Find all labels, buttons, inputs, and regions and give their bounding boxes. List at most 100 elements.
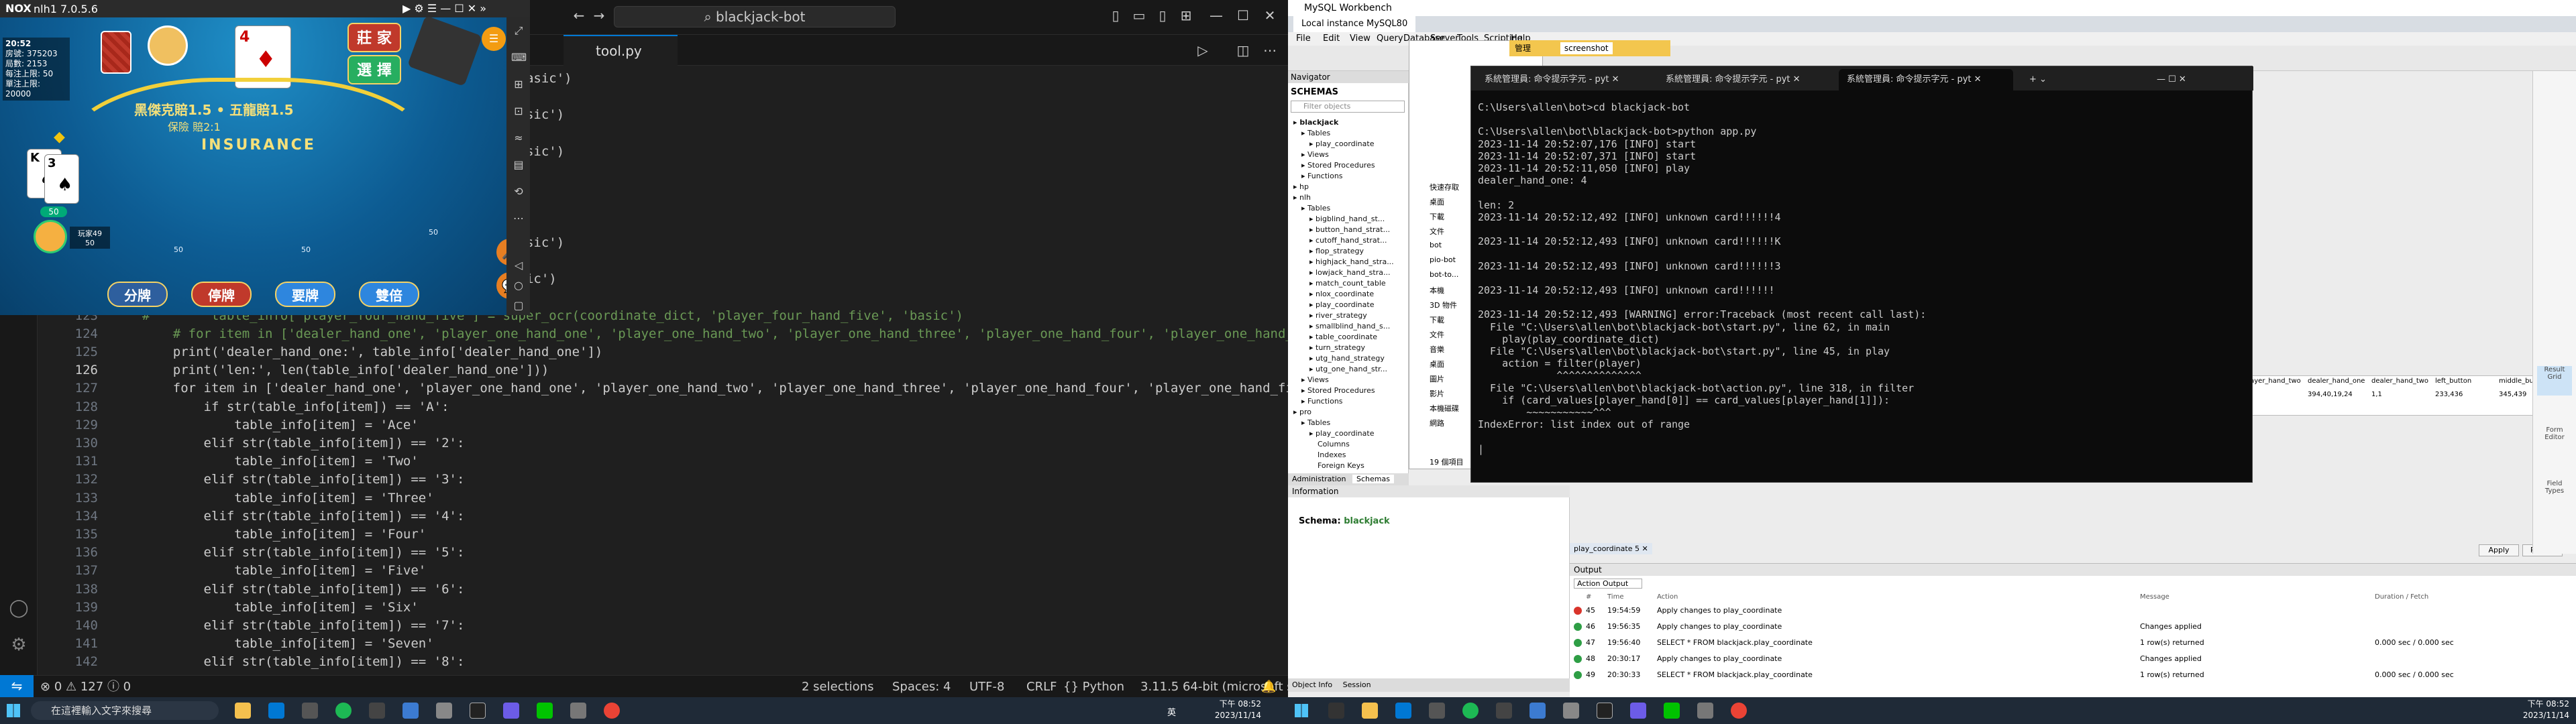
line-icon[interactable] — [537, 703, 553, 719]
back-arrow-icon[interactable]: ← — [570, 7, 588, 24]
language-status[interactable]: {} Python — [1063, 676, 1124, 698]
schema-tree-item[interactable]: ▸ Tables — [1301, 129, 1330, 137]
grid-header[interactable]: dealer_hand_one — [2308, 377, 2365, 385]
schema-tree-item[interactable]: ▸ cutoff_hand_strat... — [1309, 236, 1387, 245]
encoding-status[interactable]: UTF-8 — [969, 676, 1004, 698]
bet-spot-2[interactable]: 50 — [292, 245, 319, 255]
code-line[interactable]: 126 print('len:', len(table_info['dealer… — [38, 361, 1288, 379]
recent-apps-icon[interactable]: ▢ — [511, 299, 526, 314]
stand-button[interactable]: 停牌 — [191, 282, 252, 307]
layout-secondary-icon[interactable]: ▯ — [1154, 7, 1171, 24]
schema-tree-item[interactable]: ▸ hp — [1293, 182, 1309, 191]
settings-gear-icon[interactable]: ⚙ — [8, 635, 30, 656]
schema-tree-item[interactable]: ▸ turn_strategy — [1309, 343, 1365, 352]
explorer-item[interactable]: 快速存取 — [1430, 182, 1459, 192]
more-icon[interactable]: ⋯ — [511, 212, 526, 227]
problems-indicator[interactable]: ⊗ 0 ⚠ 127 ⓘ 0 — [40, 676, 131, 698]
result-grid-button[interactable]: Result Grid — [2537, 366, 2572, 396]
vscode-icon[interactable] — [268, 703, 284, 719]
menu-item-query[interactable]: Query — [1377, 32, 1403, 46]
object-info-tab[interactable]: Object Info — [1288, 680, 1336, 689]
folder-icon[interactable]: ▤ — [511, 158, 526, 173]
selections-status[interactable]: 2 selections — [802, 676, 873, 698]
code-line[interactable]: 127 for item in ['dealer_hand_one', 'pla… — [38, 379, 1288, 398]
schema-tree-item[interactable]: ▸ nlox_coordinate — [1309, 290, 1374, 298]
start-windows-icon[interactable] — [1295, 704, 1308, 717]
postman-icon[interactable] — [302, 703, 318, 719]
code-line[interactable]: 128 if str(table_info[item]) == 'A': — [38, 398, 1288, 416]
more-actions-icon[interactable]: ⋯ — [1261, 42, 1279, 59]
terminal-tab-3[interactable]: 系統管理員: 命令提示字元 - pyt ✕ — [1839, 69, 2013, 90]
teams-icon[interactable] — [503, 703, 519, 719]
taskbar-clock[interactable]: 下午 08:52 2023/11/14 — [1201, 699, 1261, 721]
schema-tree-item[interactable]: ▸ button_hand_strat... — [1309, 225, 1390, 234]
spotify-icon[interactable] — [335, 703, 352, 719]
explorer-item[interactable]: 網路 — [1430, 418, 1444, 428]
grid-cell[interactable]: 394,40,19,24 — [2308, 391, 2353, 398]
forward-arrow-icon[interactable]: → — [590, 7, 608, 24]
action-output-select[interactable]: Action Output — [1574, 579, 1643, 589]
schema-tree-item[interactable]: ▸ table_coordinate — [1309, 333, 1377, 341]
schema-tree-item[interactable]: ▸ Tables — [1301, 204, 1330, 213]
keyboard-icon[interactable]: ⌨ — [511, 51, 527, 66]
explorer-item[interactable]: 桌面 — [1430, 196, 1444, 207]
new-tab-icon[interactable]: + ⌄ — [2021, 69, 2061, 90]
double-button[interactable]: 雙倍 — [359, 282, 419, 307]
explorer-manage-tab[interactable]: 管理 — [1515, 44, 1531, 53]
window-controls[interactable]: — ☐ ✕ — [2149, 69, 2249, 90]
grid-cell[interactable]: 345,439 — [2499, 391, 2526, 398]
output-row[interactable]: 47 19:56:40 SELECT * FROM blackjack.play_c… — [1570, 635, 2576, 651]
result-tab[interactable]: play_coordinate 5 ✕ — [1570, 543, 1652, 554]
app2-icon[interactable] — [1697, 703, 1713, 719]
explorer-item[interactable]: bot — [1430, 241, 1442, 249]
postman-icon[interactable] — [1429, 703, 1445, 719]
output-row[interactable]: 49 20:30:33 SELECT * FROM blackjack.play_c… — [1570, 667, 2576, 683]
explorer-item[interactable]: 音樂 — [1430, 344, 1444, 355]
code-line[interactable]: 135 table_info[item] = 'Four' — [38, 526, 1288, 544]
explorer-item[interactable]: 下載 — [1430, 211, 1444, 222]
code-line[interactable]: 131 table_info[item] = 'Two' — [38, 452, 1288, 471]
teams-icon[interactable] — [1630, 703, 1646, 719]
grid-header[interactable]: dealer_hand_two — [2371, 377, 2428, 385]
administration-tab[interactable]: Administration — [1288, 475, 1350, 483]
session-tab[interactable]: Session — [1339, 680, 1375, 689]
schemas-tab[interactable]: Schemas — [1352, 475, 1394, 483]
mysql-icon[interactable] — [1529, 703, 1546, 719]
command-center-search[interactable]: ⌕ blackjack-bot — [614, 6, 896, 27]
chrome-icon[interactable] — [604, 703, 620, 719]
layout-sidebar-icon[interactable]: ▯ — [1107, 7, 1124, 24]
explorer-item[interactable]: 下載 — [1430, 314, 1444, 325]
split-editor-icon[interactable]: ◫ — [1234, 42, 1252, 59]
filter-objects-input[interactable]: Filter objects — [1291, 101, 1405, 113]
code-line[interactable]: 138 elif str(table_info[item]) == '6': — [38, 581, 1288, 599]
explorer-item[interactable]: 影片 — [1430, 388, 1444, 399]
menu-item-view[interactable]: View — [1350, 32, 1371, 46]
code-line[interactable]: 124 # for item in ['dealer_hand_one', 'p… — [38, 325, 1288, 343]
code-line[interactable]: 142 elif str(table_info[item]) == '8': — [38, 653, 1288, 671]
output-column-header[interactable]: # — [1586, 593, 1591, 601]
terminal2-icon[interactable] — [470, 703, 486, 719]
explorer-item[interactable]: 本機 — [1430, 285, 1444, 296]
output-column-header[interactable]: Time — [1607, 593, 1623, 601]
schema-tree-item[interactable]: ▸ nlh — [1293, 193, 1311, 202]
schema-tree-item[interactable]: ▸ Functions — [1301, 397, 1343, 406]
hit-button[interactable]: 要牌 — [275, 282, 335, 307]
nox-menu-icons[interactable]: ▶ ⚙ ☰ — ☐ ✕ » — [402, 2, 486, 15]
rotate-icon[interactable]: ⟲ — [511, 185, 526, 200]
terminal-icon[interactable] — [1496, 703, 1512, 719]
schema-tree-item[interactable]: ▸ utg_one_hand_str... — [1309, 365, 1387, 373]
schema-tree-item[interactable]: ▸ Stored Procedures — [1301, 386, 1375, 395]
chrome-icon[interactable] — [1731, 703, 1747, 719]
explorer-item[interactable]: 文件 — [1430, 226, 1444, 237]
code-line[interactable]: 141 table_info[item] = 'Seven' — [38, 635, 1288, 653]
output-row[interactable]: 45 19:54:59 Apply changes to play_coordina… — [1570, 603, 2576, 619]
app2-icon[interactable] — [570, 703, 586, 719]
schema-tree-item[interactable]: ▸ lowjack_hand_stra... — [1309, 268, 1390, 277]
search-icon[interactable] — [1328, 703, 1344, 719]
schema-tree-item[interactable]: ▸ play_coordinate — [1309, 139, 1374, 148]
choose-button[interactable]: 選 擇 — [347, 55, 401, 84]
menu-item-file[interactable]: File — [1296, 32, 1311, 46]
schema-tree-item[interactable]: ▸ play_coordinate — [1309, 429, 1374, 438]
schema-tree-item[interactable]: ▸ Views — [1301, 375, 1329, 384]
grid-header[interactable]: left_button — [2435, 377, 2471, 385]
